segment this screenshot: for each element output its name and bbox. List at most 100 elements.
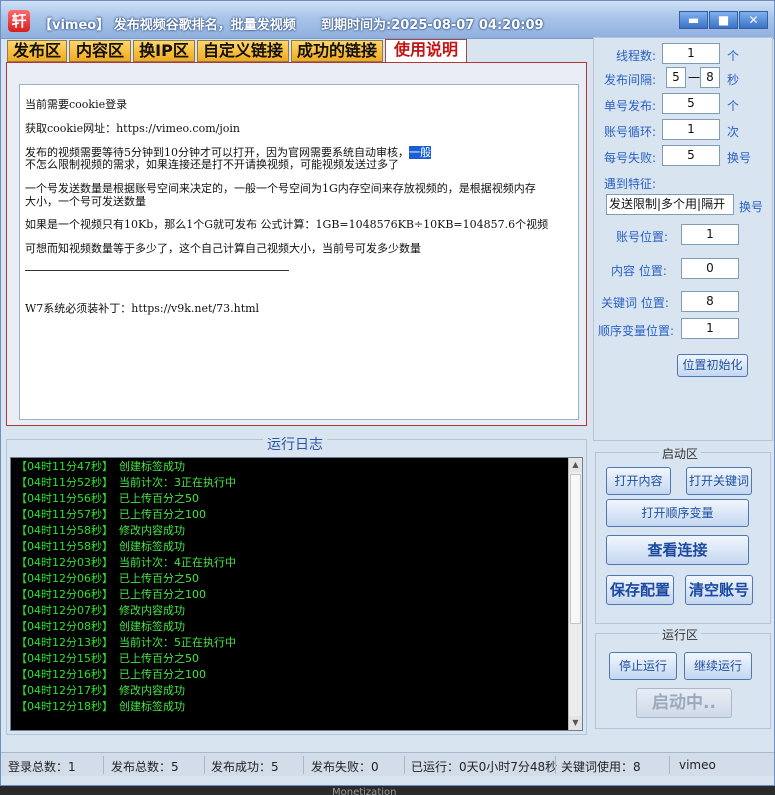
log-message: 修改内容成功 xyxy=(119,684,185,697)
reset-position-button[interactable]: 位置初始化 xyxy=(677,354,748,377)
loop-unit: 次 xyxy=(727,125,740,139)
seq-pos-input[interactable]: 1 xyxy=(681,318,739,339)
interval-label: 发布间隔: xyxy=(604,73,657,87)
log-time: 【04时12分06秒】 xyxy=(16,588,113,601)
log-message: 当前计次：5正在执行中 xyxy=(119,636,236,649)
feature-input[interactable]: 发送限制|多个用|隔开 xyxy=(606,194,734,215)
continue-button[interactable]: 继续运行 xyxy=(684,652,752,680)
content-pos-label: 内容 位置: xyxy=(611,264,667,278)
keyword-pos-label: 关键词 位置: xyxy=(601,296,669,310)
log-scrollbar[interactable]: ▲ ▼ xyxy=(568,458,582,730)
stop-button[interactable]: 停止运行 xyxy=(609,652,677,680)
log-message: 创建标签成功 xyxy=(119,540,185,553)
status-divider xyxy=(103,756,104,774)
window-title: 【vimeo】 发布视频谷歌排名，批量发视频 xyxy=(39,18,296,33)
log-message: 已上传百分之100 xyxy=(119,668,206,681)
log-entry: 【04时12分18秒】 创建标签成功 xyxy=(16,699,185,715)
content-pos-input[interactable]: 0 xyxy=(681,258,739,279)
status-login-total: 登录总数：1 xyxy=(8,760,76,774)
interval-unit: 秒 xyxy=(727,73,740,87)
instructions-panel: 当前需要cookie登录 获取cookie网址：https://vimeo.co… xyxy=(6,62,587,426)
status-divider xyxy=(204,756,205,774)
log-entry: 【04时12分06秒】 已上传百分之50 xyxy=(16,571,199,587)
seq-pos-label: 顺序变量位置: xyxy=(598,324,675,338)
tab-custom-links[interactable]: 自定义链接 xyxy=(197,40,289,62)
tab-success-links[interactable]: 成功的链接 xyxy=(291,40,383,62)
loop-input[interactable]: 1 xyxy=(662,119,720,140)
log-time: 【04时12分17秒】 xyxy=(16,684,113,697)
scroll-up-arrow-icon[interactable]: ▲ xyxy=(569,458,582,472)
tab-change-ip[interactable]: 换IP区 xyxy=(133,40,195,62)
status-running-time: 已运行：0天0小时7分48秒 xyxy=(411,760,558,774)
doc-line: 如果是一个视频只有10Kb，那么1个G就可发布 公式计算：1GB=1048576… xyxy=(25,218,549,231)
threads-unit: 个 xyxy=(727,49,740,63)
status-publish-total: 发布总数：5 xyxy=(111,760,179,774)
log-message: 已上传百分之100 xyxy=(119,508,206,521)
threads-input[interactable]: 1 xyxy=(662,43,720,64)
doc-line: 获取cookie网址：https://vimeo.com/join xyxy=(25,122,240,135)
scroll-down-arrow-icon[interactable]: ▼ xyxy=(569,716,582,730)
account-pos-input[interactable]: 1 xyxy=(681,224,739,245)
log-time: 【04时11分56秒】 xyxy=(16,492,113,505)
status-divider xyxy=(303,756,304,774)
log-time: 【04时12分08秒】 xyxy=(16,620,113,633)
background-text: Monetization xyxy=(332,787,397,795)
log-entry: 【04时11分57秒】 已上传百分之100 xyxy=(16,507,206,523)
open-keywords-button[interactable]: 打开关键词 xyxy=(686,467,752,495)
start-button[interactable]: 启动中.. xyxy=(636,688,732,718)
status-bar: 登录总数：1 发布总数：5 发布成功：5 发布失败：0 已运行：0天0小时7分4… xyxy=(1,752,774,776)
per-account-label: 单号发布: xyxy=(604,99,657,113)
log-time: 【04时12分07秒】 xyxy=(16,604,113,617)
log-message: 当前计次：4正在执行中 xyxy=(119,556,236,569)
log-message: 已上传百分之50 xyxy=(119,652,199,665)
selected-text: 一般 xyxy=(409,146,431,159)
tab-instructions[interactable]: 使用说明 xyxy=(385,39,467,63)
log-time: 【04时11分52秒】 xyxy=(16,476,113,489)
run-log[interactable]: 【04时11分47秒】 创建标签成功 【04时11分52秒】 当前计次：3正在执行中【… xyxy=(10,457,583,731)
log-entry: 【04时12分07秒】 修改内容成功 xyxy=(16,603,185,619)
log-time: 【04时11分57秒】 xyxy=(16,508,113,521)
threads-label: 线程数: xyxy=(616,49,657,63)
log-time: 【04时12分18秒】 xyxy=(16,700,113,713)
status-publish-ok: 发布成功：5 xyxy=(211,760,279,774)
log-message: 已上传百分之50 xyxy=(119,492,199,505)
run-area-group: 运行区 停止运行 继续运行 启动中.. xyxy=(595,626,771,729)
maximize-button[interactable]: ■ xyxy=(709,11,738,29)
keyword-pos-input[interactable]: 8 xyxy=(681,291,739,312)
log-message: 当前计次：3正在执行中 xyxy=(119,476,236,489)
app-logo-icon: 轩 xyxy=(8,10,30,32)
save-config-button[interactable]: 保存配置 xyxy=(606,575,674,605)
doc-line: 一个号发送数量是根据账号空间来决定的，一般一个号空间为1G内存空间来存放视频的，… xyxy=(25,182,536,195)
feature-label: 遇到特征: xyxy=(604,177,657,191)
view-links-button[interactable]: 查看连接 xyxy=(606,535,749,565)
close-button[interactable]: ✕ xyxy=(739,11,768,29)
status-divider xyxy=(555,756,556,774)
interval-min-input[interactable]: 5 xyxy=(666,67,686,88)
status-divider xyxy=(404,756,405,774)
log-time: 【04时11分58秒】 xyxy=(16,524,113,537)
start-area-title: 启动区 xyxy=(659,445,702,462)
log-time: 【04时12分16秒】 xyxy=(16,668,113,681)
clear-accounts-button[interactable]: 清空账号 xyxy=(685,575,753,605)
status-divider xyxy=(669,756,670,774)
run-log-title: 运行日志 xyxy=(263,434,327,454)
minimize-button[interactable]: ▬ xyxy=(679,11,708,29)
tab-publish[interactable]: 发布区 xyxy=(7,40,67,62)
fail-unit: 换号 xyxy=(727,151,752,165)
log-entry: 【04时12分16秒】 已上传百分之100 xyxy=(16,667,206,683)
doc-line: 大小，一个号可发送数量 xyxy=(25,195,146,208)
open-content-button[interactable]: 打开内容 xyxy=(606,467,671,495)
tab-content[interactable]: 内容区 xyxy=(69,40,131,62)
log-entry: 【04时12分17秒】 修改内容成功 xyxy=(16,683,185,699)
log-time: 【04时12分13秒】 xyxy=(16,636,113,649)
instructions-text[interactable]: 当前需要cookie登录 获取cookie网址：https://vimeo.co… xyxy=(19,84,579,420)
interval-max-input[interactable]: 8 xyxy=(700,67,720,88)
log-time: 【04时12分06秒】 xyxy=(16,572,113,585)
title-bar[interactable]: 轩 【vimeo】 发布视频谷歌排名，批量发视频 到期时间为:2025-08-0… xyxy=(1,1,774,39)
fail-input[interactable]: 5 xyxy=(662,145,720,166)
doc-line: W7系统必须装补丁：https://v9k.net/73.html xyxy=(25,302,260,315)
open-seq-variable-button[interactable]: 打开顺序变量 xyxy=(606,499,749,527)
scroll-thumb[interactable] xyxy=(570,474,581,624)
divider xyxy=(25,270,289,271)
per-account-input[interactable]: 5 xyxy=(662,93,720,114)
